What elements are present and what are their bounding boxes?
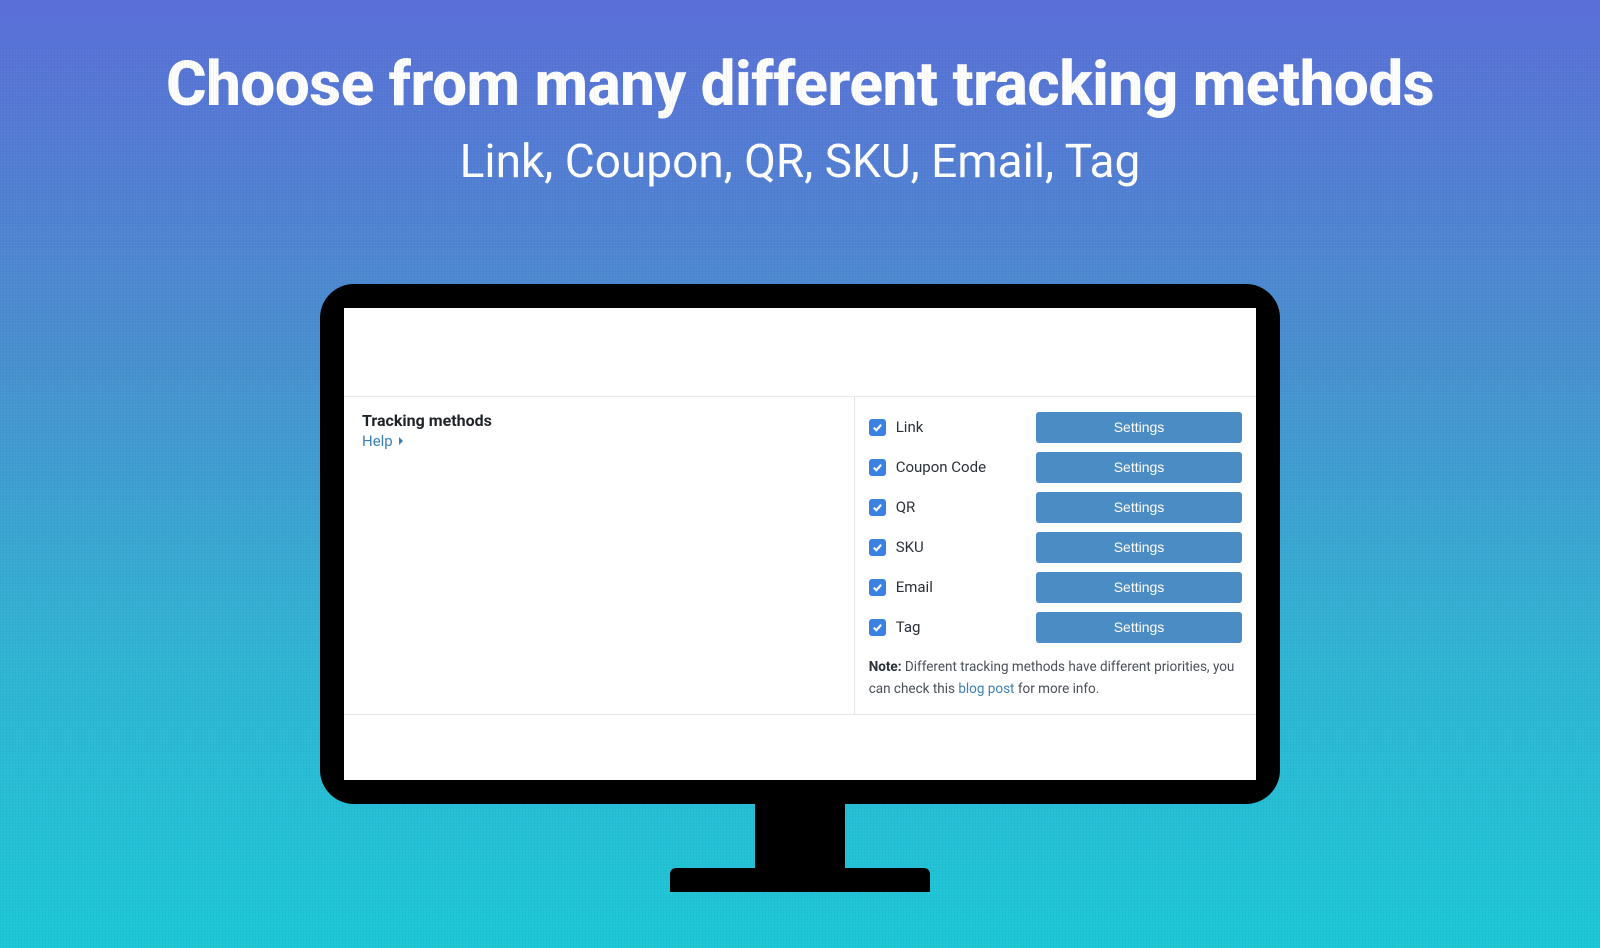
method-label: QR	[896, 498, 1036, 516]
checkbox-email[interactable]	[869, 579, 886, 596]
monitor-stand-base	[670, 868, 930, 892]
method-label: Link	[896, 418, 1036, 436]
check-icon	[872, 622, 883, 633]
checkbox-sku[interactable]	[869, 539, 886, 556]
settings-button-email[interactable]: Settings	[1036, 572, 1242, 603]
method-label: Email	[896, 578, 1036, 596]
checkbox-coupon[interactable]	[869, 459, 886, 476]
method-label: Tag	[896, 618, 1036, 636]
check-icon	[872, 502, 883, 513]
screen-header-blank	[344, 308, 1256, 396]
hero-headline: Choose from many different tracking meth…	[0, 48, 1600, 121]
settings-button-tag[interactable]: Settings	[1036, 612, 1242, 643]
hero-subhead: Link, Coupon, QR, SKU, Email, Tag	[0, 135, 1600, 189]
check-icon	[872, 582, 883, 593]
tracking-methods-panel: Tracking methods Help Link Settings Cou	[344, 396, 1256, 715]
help-link[interactable]: Help	[362, 432, 405, 450]
settings-button-sku[interactable]: Settings	[1036, 532, 1242, 563]
monitor-stand-neck	[755, 804, 845, 868]
settings-button-link[interactable]: Settings	[1036, 412, 1242, 443]
check-icon	[872, 542, 883, 553]
app-screen: Tracking methods Help Link Settings Cou	[344, 308, 1256, 780]
note-prefix: Note:	[869, 659, 902, 675]
checkbox-tag[interactable]	[869, 619, 886, 636]
chevron-right-icon	[397, 436, 405, 446]
panel-sidebar: Tracking methods Help	[344, 397, 855, 714]
method-label: SKU	[896, 538, 1036, 556]
monitor-frame: Tracking methods Help Link Settings Cou	[320, 284, 1280, 892]
help-link-label: Help	[362, 432, 393, 450]
method-label: Coupon Code	[896, 458, 1036, 476]
settings-button-coupon[interactable]: Settings	[1036, 452, 1242, 483]
priority-note: Note: Different tracking methods have di…	[869, 657, 1242, 700]
blog-post-link[interactable]: blog post	[958, 681, 1014, 697]
method-row-coupon: Coupon Code Settings	[869, 447, 1242, 487]
check-icon	[872, 462, 883, 473]
method-row-qr: QR Settings	[869, 487, 1242, 527]
method-row-sku: SKU Settings	[869, 527, 1242, 567]
method-row-tag: Tag Settings	[869, 607, 1242, 647]
checkbox-link[interactable]	[869, 419, 886, 436]
method-row-email: Email Settings	[869, 567, 1242, 607]
note-text-after: for more info.	[1014, 681, 1099, 697]
monitor-bezel: Tracking methods Help Link Settings Cou	[320, 284, 1280, 804]
checkbox-qr[interactable]	[869, 499, 886, 516]
settings-button-qr[interactable]: Settings	[1036, 492, 1242, 523]
check-icon	[872, 422, 883, 433]
panel-title: Tracking methods	[362, 411, 836, 430]
panel-options: Link Settings Coupon Code Settings QR Se…	[855, 397, 1256, 714]
method-row-link: Link Settings	[869, 407, 1242, 447]
